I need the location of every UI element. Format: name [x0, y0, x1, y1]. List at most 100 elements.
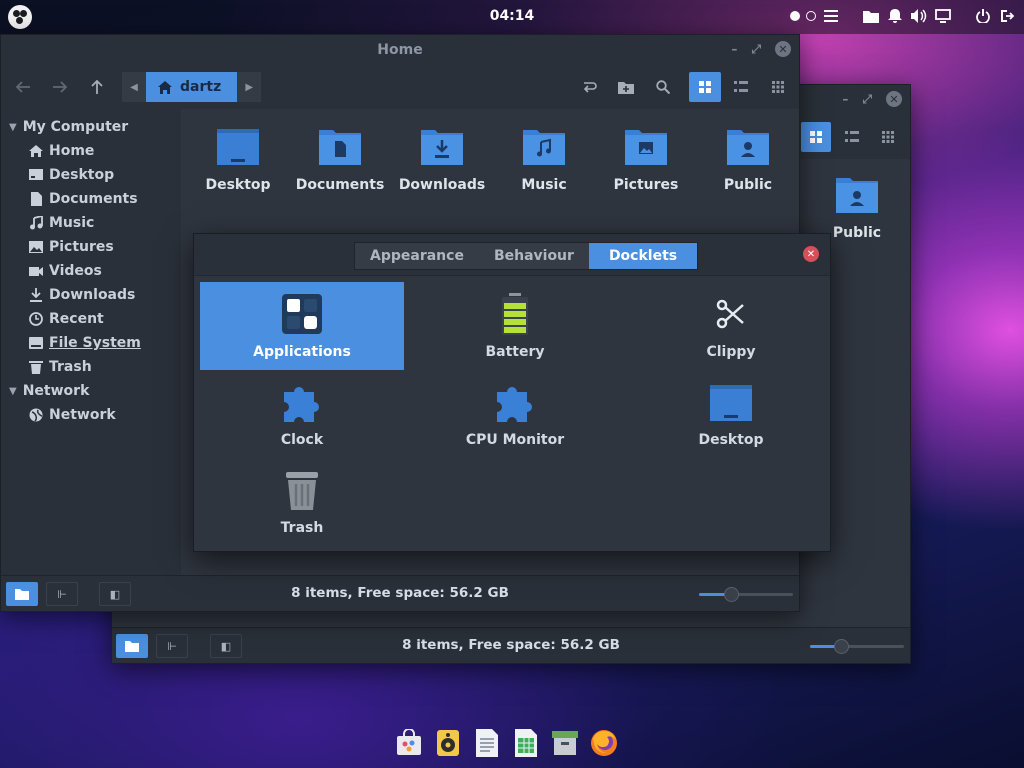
docklet-trash[interactable]: Trash	[200, 458, 404, 546]
forward-button[interactable]	[45, 72, 75, 102]
breadcrumb-label: dartz	[180, 79, 222, 95]
puzzle-icon	[493, 380, 537, 424]
zoom-handle[interactable]	[834, 639, 849, 654]
icon-view-button[interactable]	[689, 72, 721, 102]
status-text: 8 items, Free space: 56.2 GB	[402, 637, 620, 653]
docklet-applications[interactable]: Applications	[200, 282, 404, 370]
app-launcher-button[interactable]	[8, 5, 32, 29]
sidebar-item-network[interactable]: Network	[1, 403, 181, 427]
downloads-folder-icon	[421, 127, 463, 169]
public-folder-icon	[836, 175, 878, 217]
home-icon	[29, 144, 43, 158]
firefox-icon[interactable]	[589, 728, 619, 758]
logout-icon[interactable]	[998, 7, 1016, 25]
workspace-2-indicator[interactable]	[806, 11, 816, 21]
sidebar-item-trash[interactable]: Trash	[1, 355, 181, 379]
docklets-dialog[interactable]: Appearance Behaviour Docklets ✕ Applicat…	[193, 233, 831, 552]
music-player-icon[interactable]	[433, 728, 463, 758]
text-editor-icon[interactable]	[472, 728, 502, 758]
picture-icon	[29, 240, 43, 254]
bell-icon[interactable]	[886, 7, 904, 25]
top-panel: 04:14	[0, 0, 1024, 34]
filesystem-icon	[29, 336, 43, 350]
file-item-public[interactable]: Public	[697, 127, 799, 193]
title-bar[interactable]: Home – ⤢ ✕	[1, 35, 799, 65]
file-item-public[interactable]: Public	[806, 175, 908, 241]
sidebar-item-home[interactable]: Home	[1, 139, 181, 163]
breadcrumb-item-dartz[interactable]: dartz	[146, 72, 238, 102]
file-item-music[interactable]: Music	[493, 127, 595, 193]
new-folder-button[interactable]	[611, 72, 641, 102]
sidebar-item-pictures[interactable]: Pictures	[1, 235, 181, 259]
search-button[interactable]	[648, 72, 678, 102]
compact-view-button[interactable]	[763, 72, 793, 102]
software-store-icon[interactable]	[394, 728, 424, 758]
icon-view-button[interactable]	[801, 122, 831, 152]
window-title: Home	[377, 42, 423, 58]
dialog-header[interactable]: Appearance Behaviour Docklets ✕	[194, 234, 830, 276]
docklet-desktop[interactable]: Desktop	[626, 370, 836, 458]
sidebar-item-recent[interactable]: Recent	[1, 307, 181, 331]
battery-icon	[493, 292, 537, 336]
tab-appearance[interactable]: Appearance	[355, 243, 479, 269]
archive-manager-icon[interactable]	[550, 728, 580, 758]
maximize-button[interactable]: ⤢	[862, 92, 872, 107]
docklet-battery[interactable]: Battery	[410, 282, 620, 370]
video-icon	[29, 264, 43, 278]
sidebar-item-videos[interactable]: Videos	[1, 259, 181, 283]
docklet-clock[interactable]: Clock	[200, 370, 404, 458]
compact-view-button[interactable]	[873, 122, 903, 152]
tab-docklets[interactable]: Docklets	[588, 243, 698, 269]
clock-icon	[29, 312, 43, 326]
zoom-slider[interactable]	[699, 587, 793, 602]
open-terminal-button[interactable]	[574, 72, 604, 102]
tab-behaviour[interactable]: Behaviour	[478, 243, 589, 269]
zoom-handle[interactable]	[724, 587, 739, 602]
back-button[interactable]	[8, 72, 38, 102]
file-item-documents[interactable]: Documents	[289, 127, 391, 193]
power-icon[interactable]	[974, 7, 992, 25]
sidebar-item-documents[interactable]: Documents	[1, 187, 181, 211]
breadcrumb-left-arrow[interactable]: ◀	[122, 72, 146, 102]
chevron-down-icon: ▼	[9, 121, 17, 133]
up-button[interactable]	[82, 72, 112, 102]
list-view-button[interactable]	[726, 72, 756, 102]
dock	[394, 728, 619, 758]
home-icon	[158, 80, 172, 94]
folder-icon[interactable]	[862, 7, 880, 25]
pictures-folder-icon	[625, 127, 667, 169]
globe-icon	[29, 408, 43, 422]
spreadsheet-icon[interactable]	[511, 728, 541, 758]
minimize-button[interactable]: –	[842, 92, 848, 106]
scissors-icon	[709, 292, 753, 336]
list-view-button[interactable]	[837, 122, 867, 152]
volume-icon[interactable]	[910, 7, 928, 25]
sidebar-section-my-computer[interactable]: ▼ My Computer	[1, 115, 181, 139]
sidebar-item-file-system[interactable]: File System	[1, 331, 181, 355]
file-item-pictures[interactable]: Pictures	[595, 127, 697, 193]
file-item-downloads[interactable]: Downloads	[391, 127, 493, 193]
maximize-button[interactable]: ⤢	[751, 42, 761, 57]
display-icon[interactable]	[934, 7, 952, 25]
system-tray	[790, 7, 1016, 25]
menu-icon[interactable]	[822, 7, 840, 25]
music-folder-icon	[523, 127, 565, 169]
zoom-slider[interactable]	[810, 639, 904, 654]
close-button[interactable]: ✕	[775, 41, 791, 57]
workspace-1-indicator[interactable]	[790, 11, 800, 21]
minimize-button[interactable]: –	[731, 42, 737, 56]
music-icon	[29, 216, 43, 230]
dialog-close-button[interactable]: ✕	[803, 246, 819, 262]
sidebar-section-network[interactable]: ▼ Network	[1, 379, 181, 403]
close-button[interactable]: ✕	[886, 91, 902, 107]
sidebar-item-downloads[interactable]: Downloads	[1, 283, 181, 307]
docklet-clippy[interactable]: Clippy	[626, 282, 836, 370]
file-item-desktop[interactable]: Desktop	[187, 127, 289, 193]
breadcrumb-right-arrow[interactable]: ▶	[237, 72, 262, 102]
docklet-cpu-monitor[interactable]: CPU Monitor	[410, 370, 620, 458]
sidebar-item-music[interactable]: Music	[1, 211, 181, 235]
document-icon	[29, 192, 43, 206]
sidebar-item-desktop[interactable]: Desktop	[1, 163, 181, 187]
file-label: Public	[832, 225, 882, 241]
toolbar: ◀ dartz ▶	[1, 65, 799, 109]
